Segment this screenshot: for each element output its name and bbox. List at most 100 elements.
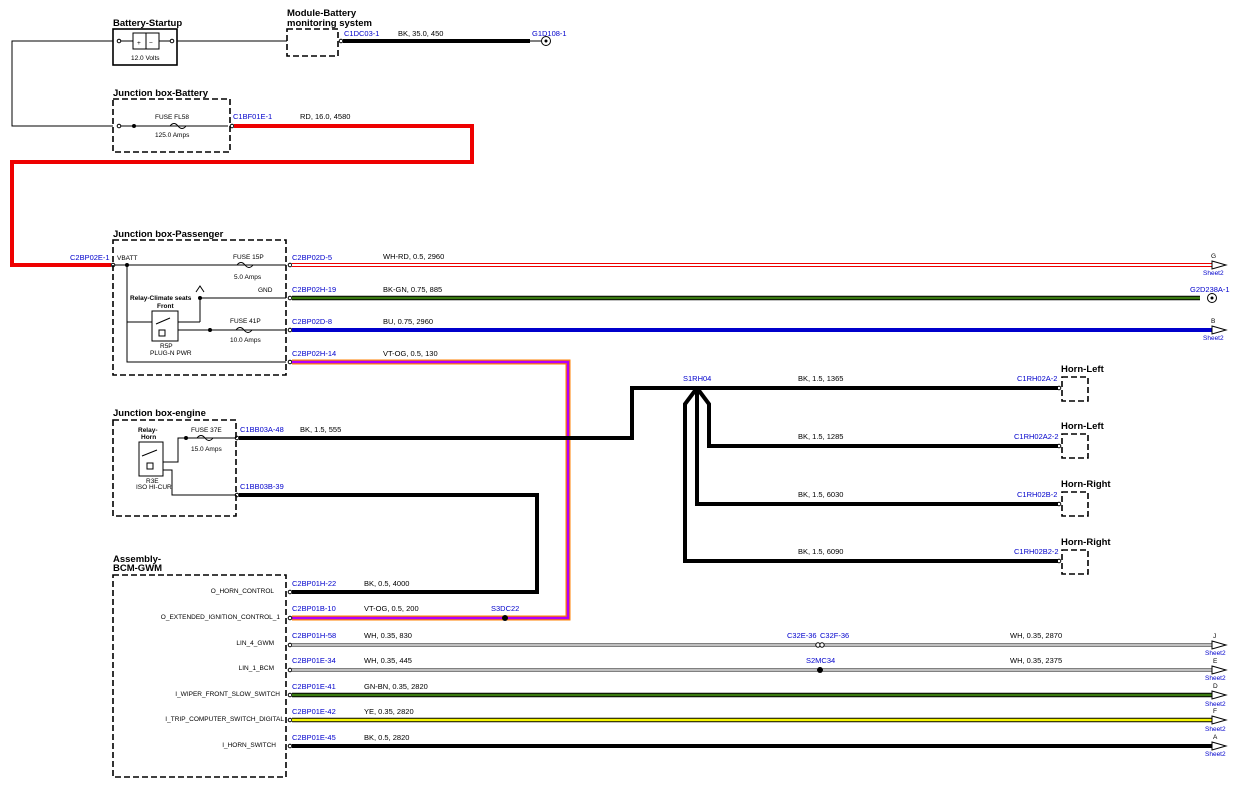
jbb-fuse-amps: 125.0 Amps	[155, 132, 190, 139]
relay-horn-1: Relay-	[138, 427, 158, 434]
sheetref-d: D	[1213, 683, 1218, 690]
bcm-wires: BK, 0.5, 4000 VT-OG, 0.5, 200 S3DC22 WH,…	[292, 579, 1212, 748]
pin-o-horn-control: O_HORN_CONTROL	[211, 588, 275, 595]
horn-right-1: Horn-Right	[1061, 479, 1111, 490]
inline-c32f: C32F-36	[820, 631, 849, 640]
gnd-label: GND	[258, 287, 273, 294]
bms-connector: C1DC03-1	[344, 29, 379, 38]
jbe-title: Junction box-engine	[113, 408, 206, 419]
bms-gnd-wire-label: BK, 35.0, 450	[398, 29, 443, 38]
bcm-title-2: BCM-GWM	[113, 563, 162, 574]
junction-box-passenger: Junction box-Passenger VBATT FUSE 15P 5.…	[110, 229, 287, 376]
horn-relay-wire-label: BK, 1.5, 555	[300, 425, 341, 434]
sheetref-b: B	[1211, 318, 1215, 325]
splice-s1rh04: S1RH04	[683, 374, 711, 383]
wiring-diagram: Battery-Startup + − 12.0 Volts Module-Bat…	[10, 8, 1230, 778]
sheetref-f-sheet: Sheet2	[1205, 726, 1226, 733]
battery-volts: 12.0 Volts	[131, 55, 160, 62]
module-battery-monitoring: Module-Battery monitoring system C1DC03-…	[286, 8, 567, 57]
bcm-conn-3: C2BP01H-58	[292, 631, 336, 640]
bcm-conn-4: C2BP01E-34	[292, 656, 336, 665]
wire-vt-og-label: VT-OG, 0.5, 130	[383, 349, 438, 358]
splice-s3dc22: S3DC22	[491, 604, 519, 613]
relay-r3e-type: ISO HI-CUR	[136, 484, 172, 491]
horns: Horn-Left C1RH02A-2 Horn-Left C1RH02A2-2…	[1014, 364, 1111, 575]
sheetref-a-sheet: Sheet2	[1205, 751, 1226, 758]
b1-label: BK, 0.5, 4000	[364, 579, 409, 588]
relay-horn-2: Horn	[141, 434, 156, 441]
horn-conn-1: C1RH02A-2	[1017, 374, 1057, 383]
relay-r5p: R5P	[160, 343, 173, 350]
pin-trip-computer: I_TRIP_COMPUTER_SWITCH_DIGITAL	[165, 716, 284, 723]
conn-c2bp02h-14: C2BP02H-14	[292, 349, 336, 358]
pin-lin4: LIN_4_GWM	[236, 640, 274, 647]
horn-conn-4: C1RH02B2-2	[1014, 547, 1059, 556]
horn-left2-label: BK, 1.5, 1285	[798, 432, 843, 441]
bcm-conn-6: C2BP01E-42	[292, 707, 336, 716]
splice-s2mc34: S2MC34	[806, 656, 835, 665]
relay-climate-2: Front	[157, 303, 174, 310]
horn-right2-label: BK, 1.5, 6090	[798, 547, 843, 556]
horn-conn-3: C1RH02B-2	[1017, 490, 1057, 499]
pin-lin1: LIN_1_BCM	[239, 665, 274, 672]
sheetref-e: E	[1213, 658, 1218, 665]
conn-c2bp02d-5: C2BP02D-5	[292, 253, 332, 262]
wire-bu-label: BU, 0.75, 2960	[383, 317, 433, 326]
bms-title-2: monitoring system	[287, 18, 372, 29]
inline-c32e: C32E-36	[787, 631, 817, 640]
horn-conn-2: C1RH02A2-2	[1014, 432, 1059, 441]
b3-label: WH, 0.35, 830	[364, 631, 412, 640]
jbb-fuse-name: FUSE FL58	[155, 114, 189, 121]
bcm-conn-2: C2BP01B-10	[292, 604, 336, 613]
wire-bk-gn-label: BK-GN, 0.75, 885	[383, 285, 442, 294]
b7-label: BK, 0.5, 2820	[364, 733, 409, 742]
fuse37e-amps: 15.0 Amps	[191, 446, 222, 453]
vbatt-label: VBATT	[117, 255, 137, 262]
horn-left-2: Horn-Left	[1061, 421, 1105, 432]
sheetref-e-sheet: Sheet2	[1205, 675, 1226, 682]
sheetref-g-sheet: Sheet2	[1203, 270, 1224, 277]
sheetref-j-sheet: Sheet2	[1205, 650, 1226, 657]
bcm-conn-5: C2BP01E-41	[292, 682, 336, 691]
sheetref-a: A	[1213, 734, 1218, 741]
jbp-input-connector: C2BP02E-1	[70, 253, 110, 262]
sheetref-j: J	[1213, 633, 1216, 640]
pin-horn-switch: I_HORN_SWITCH	[222, 742, 276, 749]
b2-label: VT-OG, 0.5, 200	[364, 604, 419, 613]
b4b-label: WH, 0.35, 2375	[1010, 656, 1062, 665]
b4-label: WH, 0.35, 445	[364, 656, 412, 665]
bcm-conn-7: C2BP01E-45	[292, 733, 336, 742]
b5-label: GN-BN, 0.35, 2820	[364, 682, 428, 691]
horn-right-2: Horn-Right	[1061, 537, 1111, 548]
wire-wh-rd-label: WH-RD, 0.5, 2960	[383, 252, 444, 261]
relay-climate-1: Relay-Climate seats	[130, 295, 192, 302]
svg-text:−: −	[149, 40, 153, 47]
horn-left1-label: BK, 1.5, 1365	[798, 374, 843, 383]
battery-startup: Battery-Startup + − 12.0 Volts	[112, 18, 182, 66]
horn-left-1: Horn-Left	[1061, 364, 1105, 375]
pin-wiper: I_WIPER_FRONT_SLOW_SWITCH	[175, 691, 280, 698]
sheetref-g: G	[1211, 253, 1216, 260]
red-wire-label: RD, 16.0, 4580	[300, 112, 350, 121]
conn-c1bb03b-39: C1BB03B-39	[240, 482, 284, 491]
conn-c2bp02h-19: C2BP02H-19	[292, 285, 336, 294]
fuse37e-name: FUSE 37E	[191, 427, 222, 434]
fuse41p-name: FUSE 41P	[230, 318, 261, 325]
jbb-title: Junction box-Battery	[113, 88, 209, 99]
assembly-bcm-gwm: Assembly- BCM-GWM O_HORN_CONTROL O_EXTEN…	[112, 554, 336, 778]
fuse15p-name: FUSE 15P	[233, 254, 264, 261]
relay-r5p-type: PLUG-N PWR	[150, 350, 192, 357]
junction-box-battery: Junction box-Battery FUSE FL58 125.0 Amp…	[112, 88, 272, 153]
bcm-conn-1: C2BP01H-22	[292, 579, 336, 588]
conn-c1bb03a-48: C1BB03A-48	[240, 425, 284, 434]
sheetref-b-sheet: Sheet2	[1203, 335, 1224, 342]
fuse41p-amps: 10.0 Amps	[230, 337, 261, 344]
conn-c2bp02d-8: C2BP02D-8	[292, 317, 332, 326]
wire-red-feed	[10, 124, 474, 267]
ground-g1d108: G1D108-1	[532, 29, 567, 38]
jbb-connector: C1BF01E-1	[233, 112, 272, 121]
b3b-label: WH, 0.35, 2870	[1010, 631, 1062, 640]
fuse15p-amps: 5.0 Amps	[234, 274, 262, 281]
jbp-title: Junction box-Passenger	[113, 229, 224, 240]
b6-label: YE, 0.35, 2820	[364, 707, 414, 716]
